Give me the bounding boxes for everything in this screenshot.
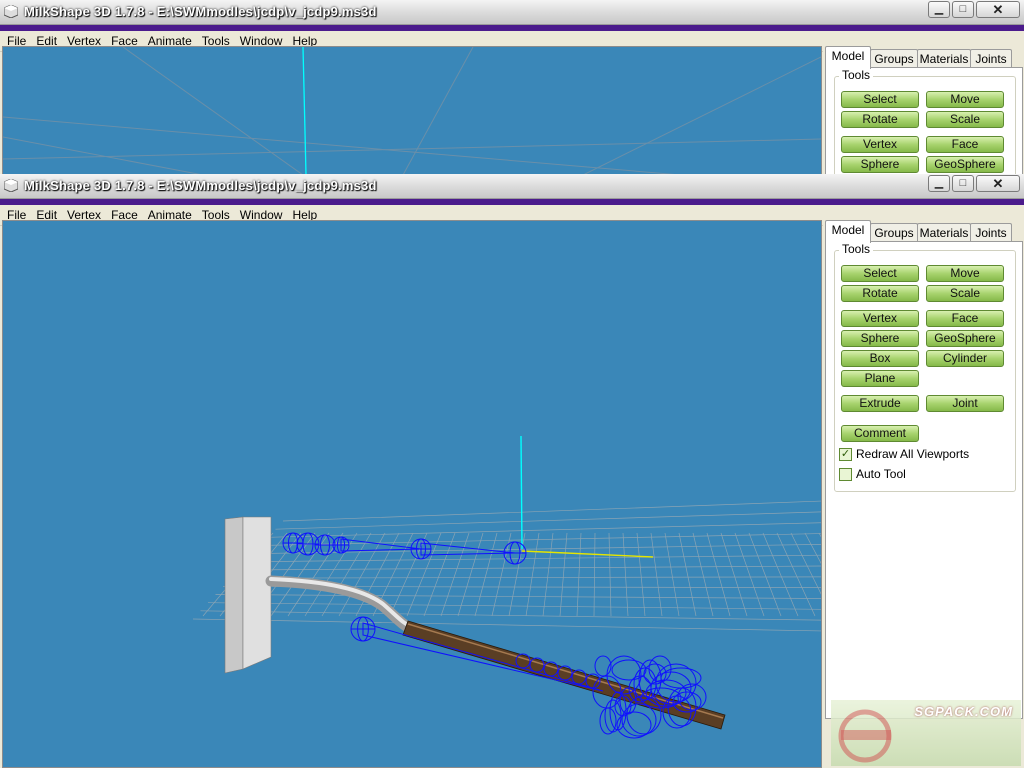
background-window: MilkShape 3D 1.7.8 - E:\SWMmodles\jcdp\v… — [0, 0, 1024, 174]
joint-wireframes — [282, 532, 707, 739]
geosphere-button[interactable]: GeoSphere — [926, 156, 1004, 173]
title-bar[interactable]: MilkShape 3D 1.7.8 - E:\SWMmodles\jcdp\v… — [0, 0, 1024, 25]
checkmark-icon: ✓ — [839, 447, 852, 461]
move-button[interactable]: Move — [926, 265, 1004, 282]
select-button[interactable]: Select — [841, 265, 919, 282]
tab-materials[interactable]: Materials — [917, 49, 971, 69]
tools-group-label: Tools — [839, 242, 874, 256]
rotate-button[interactable]: Rotate — [841, 111, 919, 128]
tools-panel: Model Groups Materials Joints Tools Sele… — [823, 220, 1024, 768]
window-title: MilkShape 3D 1.7.8 - E:\SWMmodles\jcdp\v… — [24, 4, 377, 19]
joint-button[interactable]: Joint — [926, 395, 1004, 412]
ground-grid — [192, 500, 821, 632]
maximize-button[interactable]: □ — [952, 175, 974, 192]
maximize-button[interactable]: □ — [952, 1, 974, 18]
plane-button[interactable]: Plane — [841, 370, 919, 387]
select-button[interactable]: Select — [841, 91, 919, 108]
sphere-button[interactable]: Sphere — [841, 156, 919, 173]
auto-tool-checkbox[interactable]: Auto Tool — [839, 467, 906, 481]
close-button[interactable]: ✕ — [976, 1, 1020, 18]
watermark-text: SGPACK.COM — [914, 704, 1013, 719]
pillar-front — [242, 516, 272, 670]
scale-button[interactable]: Scale — [926, 285, 1004, 302]
app-icon — [4, 5, 18, 18]
comment-button[interactable]: Comment — [841, 425, 919, 442]
box-button[interactable]: Box — [841, 350, 919, 367]
face-button[interactable]: Face — [926, 310, 1004, 327]
vertex-button[interactable]: Vertex — [841, 310, 919, 327]
pillar-side — [224, 516, 244, 674]
move-button[interactable]: Move — [926, 91, 1004, 108]
minimize-button[interactable]: ▁ — [928, 1, 950, 18]
tab-materials[interactable]: Materials — [917, 223, 971, 243]
tab-groups[interactable]: Groups — [870, 223, 918, 243]
tab-model[interactable]: Model — [825, 46, 871, 69]
tab-joints[interactable]: Joints — [970, 49, 1012, 69]
close-button[interactable]: ✕ — [976, 175, 1020, 192]
tab-groups[interactable]: Groups — [870, 49, 918, 69]
vertex-button[interactable]: Vertex — [841, 136, 919, 153]
geosphere-button[interactable]: GeoSphere — [926, 330, 1004, 347]
3d-viewport[interactable] — [2, 46, 822, 174]
tools-panel: Model Groups Materials Joints Tools Sele… — [823, 46, 1024, 174]
face-button[interactable]: Face — [926, 136, 1004, 153]
redraw-all-viewports-checkbox[interactable]: ✓ Redraw All Viewports — [839, 447, 969, 461]
sphere-button[interactable]: Sphere — [841, 330, 919, 347]
scale-button[interactable]: Scale — [926, 111, 1004, 128]
app-icon — [4, 179, 18, 192]
x-axis-line — [521, 550, 654, 558]
minimize-button[interactable]: ▁ — [928, 175, 950, 192]
redraw-all-label: Redraw All Viewports — [856, 447, 970, 461]
model-tab-content: Tools Select Move Rotate Scale Vertex Fa… — [825, 241, 1023, 719]
viewport-scene — [3, 47, 821, 174]
watermark-logo: SGPACK.COM — [831, 700, 1021, 766]
window-title: MilkShape 3D 1.7.8 - E:\SWMmodles\jcdp\v… — [24, 178, 377, 193]
cylinder-button[interactable]: Cylinder — [926, 350, 1004, 367]
tools-group-label: Tools — [839, 68, 874, 82]
tab-joints[interactable]: Joints — [970, 223, 1012, 243]
auto-tool-label: Auto Tool — [856, 467, 906, 481]
title-bar[interactable]: MilkShape 3D 1.7.8 - E:\SWMmodles\jcdp\v… — [0, 174, 1024, 199]
extrude-button[interactable]: Extrude — [841, 395, 919, 412]
tab-model[interactable]: Model — [825, 220, 871, 243]
main-window: MilkShape 3D 1.7.8 - E:\SWMmodles\jcdp\v… — [0, 174, 1024, 768]
y-axis-line — [520, 435, 523, 550]
rotate-button[interactable]: Rotate — [841, 285, 919, 302]
tools-group: Tools Select Move Rotate Scale Vertex Fa… — [834, 242, 1016, 492]
3d-viewport[interactable] — [2, 220, 822, 768]
viewport-scene — [192, 435, 821, 739]
